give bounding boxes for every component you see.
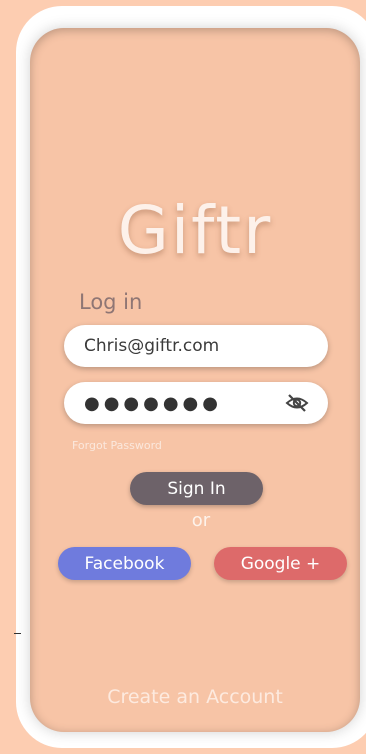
facebook-button[interactable]: Facebook xyxy=(58,547,191,580)
sign-in-button[interactable]: Sign In xyxy=(130,472,263,505)
password-field[interactable]: ●●●●●●● xyxy=(64,382,328,424)
page-background: Giftr Log in Chris@giftr.com ●●●●●●● For… xyxy=(0,0,366,754)
login-screen: Giftr Log in Chris@giftr.com ●●●●●●● For… xyxy=(30,28,360,732)
or-separator: or xyxy=(191,510,211,531)
google-button[interactable]: Google + xyxy=(214,547,347,580)
email-field[interactable]: Chris@giftr.com xyxy=(64,325,328,367)
eye-off-icon[interactable] xyxy=(284,392,310,414)
email-value: Chris@giftr.com xyxy=(84,336,220,356)
forgot-password-link[interactable]: Forgot Password xyxy=(72,439,162,452)
edge-mark xyxy=(14,633,21,634)
create-account-link[interactable]: Create an Account xyxy=(30,686,360,708)
app-logo: Giftr xyxy=(117,192,273,269)
password-value: ●●●●●●● xyxy=(84,392,222,414)
login-heading: Log in xyxy=(79,290,143,314)
